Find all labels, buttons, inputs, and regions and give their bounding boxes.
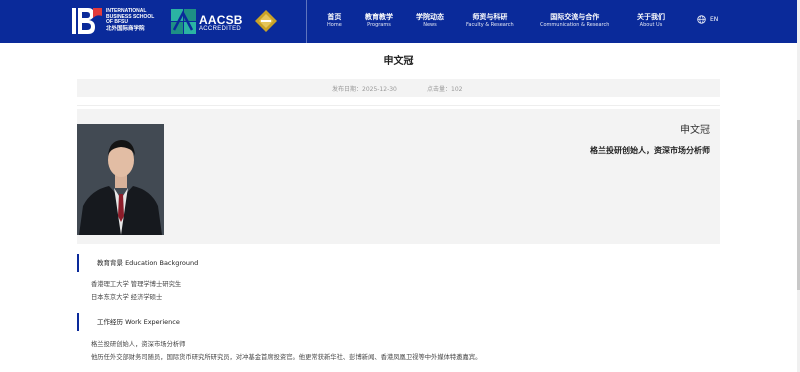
aacsb-subtitle: ACCREDITED <box>199 26 242 32</box>
language-label: EN <box>710 16 719 23</box>
logo-line-3: OF BFSU <box>106 19 128 26</box>
top-header: INTERNATIONAL BUSINESS SCHOOL OF BFSU 北外… <box>0 0 797 43</box>
education-heading: 教育背景 Education Background <box>77 254 198 272</box>
nav-news-en: News <box>423 22 437 28</box>
nav-about-cn: 关于我们 <box>637 13 665 21</box>
globe-icon <box>697 15 706 24</box>
click-count: 点击量：102 <box>427 86 463 93</box>
nav-news[interactable]: 学院动态 News <box>416 13 444 28</box>
nav-news-cn: 学院动态 <box>416 13 444 21</box>
profile-role: 格兰投研创始人，资深市场分析师 <box>590 146 710 155</box>
education-line-2: 日本东京大学 经济学硕士 <box>91 294 163 301</box>
content-divider <box>77 105 720 106</box>
logo-cn: 北外国际商学院 <box>106 25 145 32</box>
award-badge-icon <box>255 10 277 32</box>
aacsb-icon <box>171 9 196 34</box>
school-name: INTERNATIONAL BUSINESS SCHOOL OF BFSU 北外… <box>106 8 154 32</box>
nav-faculty-cn: 师资与科研 <box>472 13 508 21</box>
nav-home[interactable]: 首页 Home <box>327 13 342 28</box>
nav-communication-cn: 国际交流与合作 <box>550 13 600 21</box>
page-title: 申文冠 <box>383 56 414 67</box>
nav-faculty-en: Faculty & Research <box>466 22 514 28</box>
nav-programs-cn: 教育教学 <box>365 13 393 21</box>
publish-date: 发布日期：2025-12-30 <box>332 86 397 93</box>
work-line-1: 格兰投研创始人，资深市场分析师 <box>91 341 186 348</box>
nav-home-en: Home <box>327 22 342 28</box>
nav-communication-en: Communication & Research <box>540 22 610 28</box>
profile-photo <box>77 124 164 235</box>
nav-communication[interactable]: 国际交流与合作 Communication & Research <box>540 13 609 28</box>
nav-about[interactable]: 关于我们 About Us <box>637 13 665 28</box>
education-line-1: 香港理工大学 管理学博士研究生 <box>91 281 182 288</box>
school-logo-icon[interactable] <box>72 8 102 34</box>
header-divider <box>306 0 307 43</box>
nav-faculty[interactable]: 师资与科研 Faculty & Research <box>466 13 514 28</box>
language-switch[interactable]: EN <box>697 15 718 24</box>
nav-home-cn: 首页 <box>327 13 342 21</box>
aacsb-title: AACSB <box>199 13 243 27</box>
nav-programs[interactable]: 教育教学 Programs <box>365 13 393 28</box>
profile-name: 申文冠 <box>680 125 710 136</box>
nav-programs-en: Programs <box>367 22 391 28</box>
work-heading: 工作经历 Work Experience <box>77 313 180 331</box>
profile-card: 申文冠 格兰投研创始人，资深市场分析师 <box>77 109 720 244</box>
work-line-2: 他历任外交部财务司随员，国际货币研究所研究员，对冲基金首席投资官。他更常获新华社… <box>91 354 482 361</box>
nav-about-en: About Us <box>639 22 663 28</box>
article-meta: 发布日期：2025-12-30 点击量：102 <box>77 79 720 97</box>
